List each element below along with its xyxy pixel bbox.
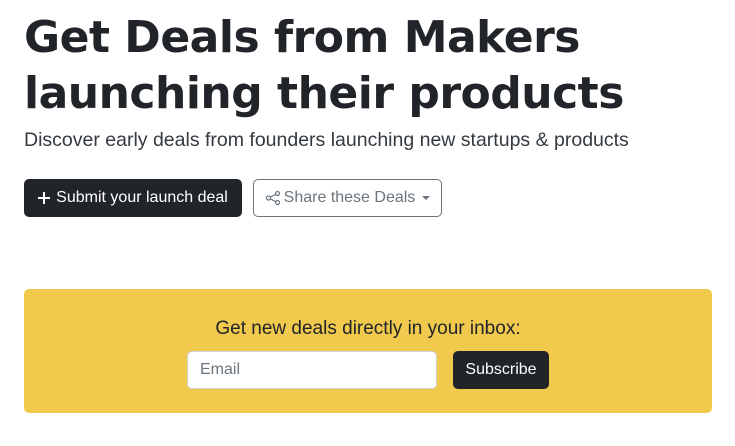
submit-launch-deal-button[interactable]: Submit your launch deal bbox=[24, 179, 242, 217]
page-title: Get Deals from Makers launching their pr… bbox=[24, 12, 624, 119]
caret-down-icon bbox=[422, 196, 431, 200]
share-deals-dropdown-button[interactable]: Share these Deals bbox=[253, 179, 442, 217]
subscribe-button[interactable]: Subscribe bbox=[453, 351, 549, 389]
email-field[interactable] bbox=[187, 351, 437, 389]
share-icon bbox=[265, 190, 280, 206]
subscribe-label: Subscribe bbox=[465, 361, 537, 378]
plus-icon bbox=[38, 192, 51, 204]
newsletter-signup: Get new deals directly in your inbox: Su… bbox=[24, 289, 712, 413]
share-deals-label: Share these Deals bbox=[283, 189, 416, 206]
page-subtitle: Discover early deals from founders launc… bbox=[24, 129, 629, 151]
newsletter-heading: Get new deals directly in your inbox: bbox=[215, 318, 521, 339]
submit-launch-deal-label: Submit your launch deal bbox=[56, 189, 228, 206]
